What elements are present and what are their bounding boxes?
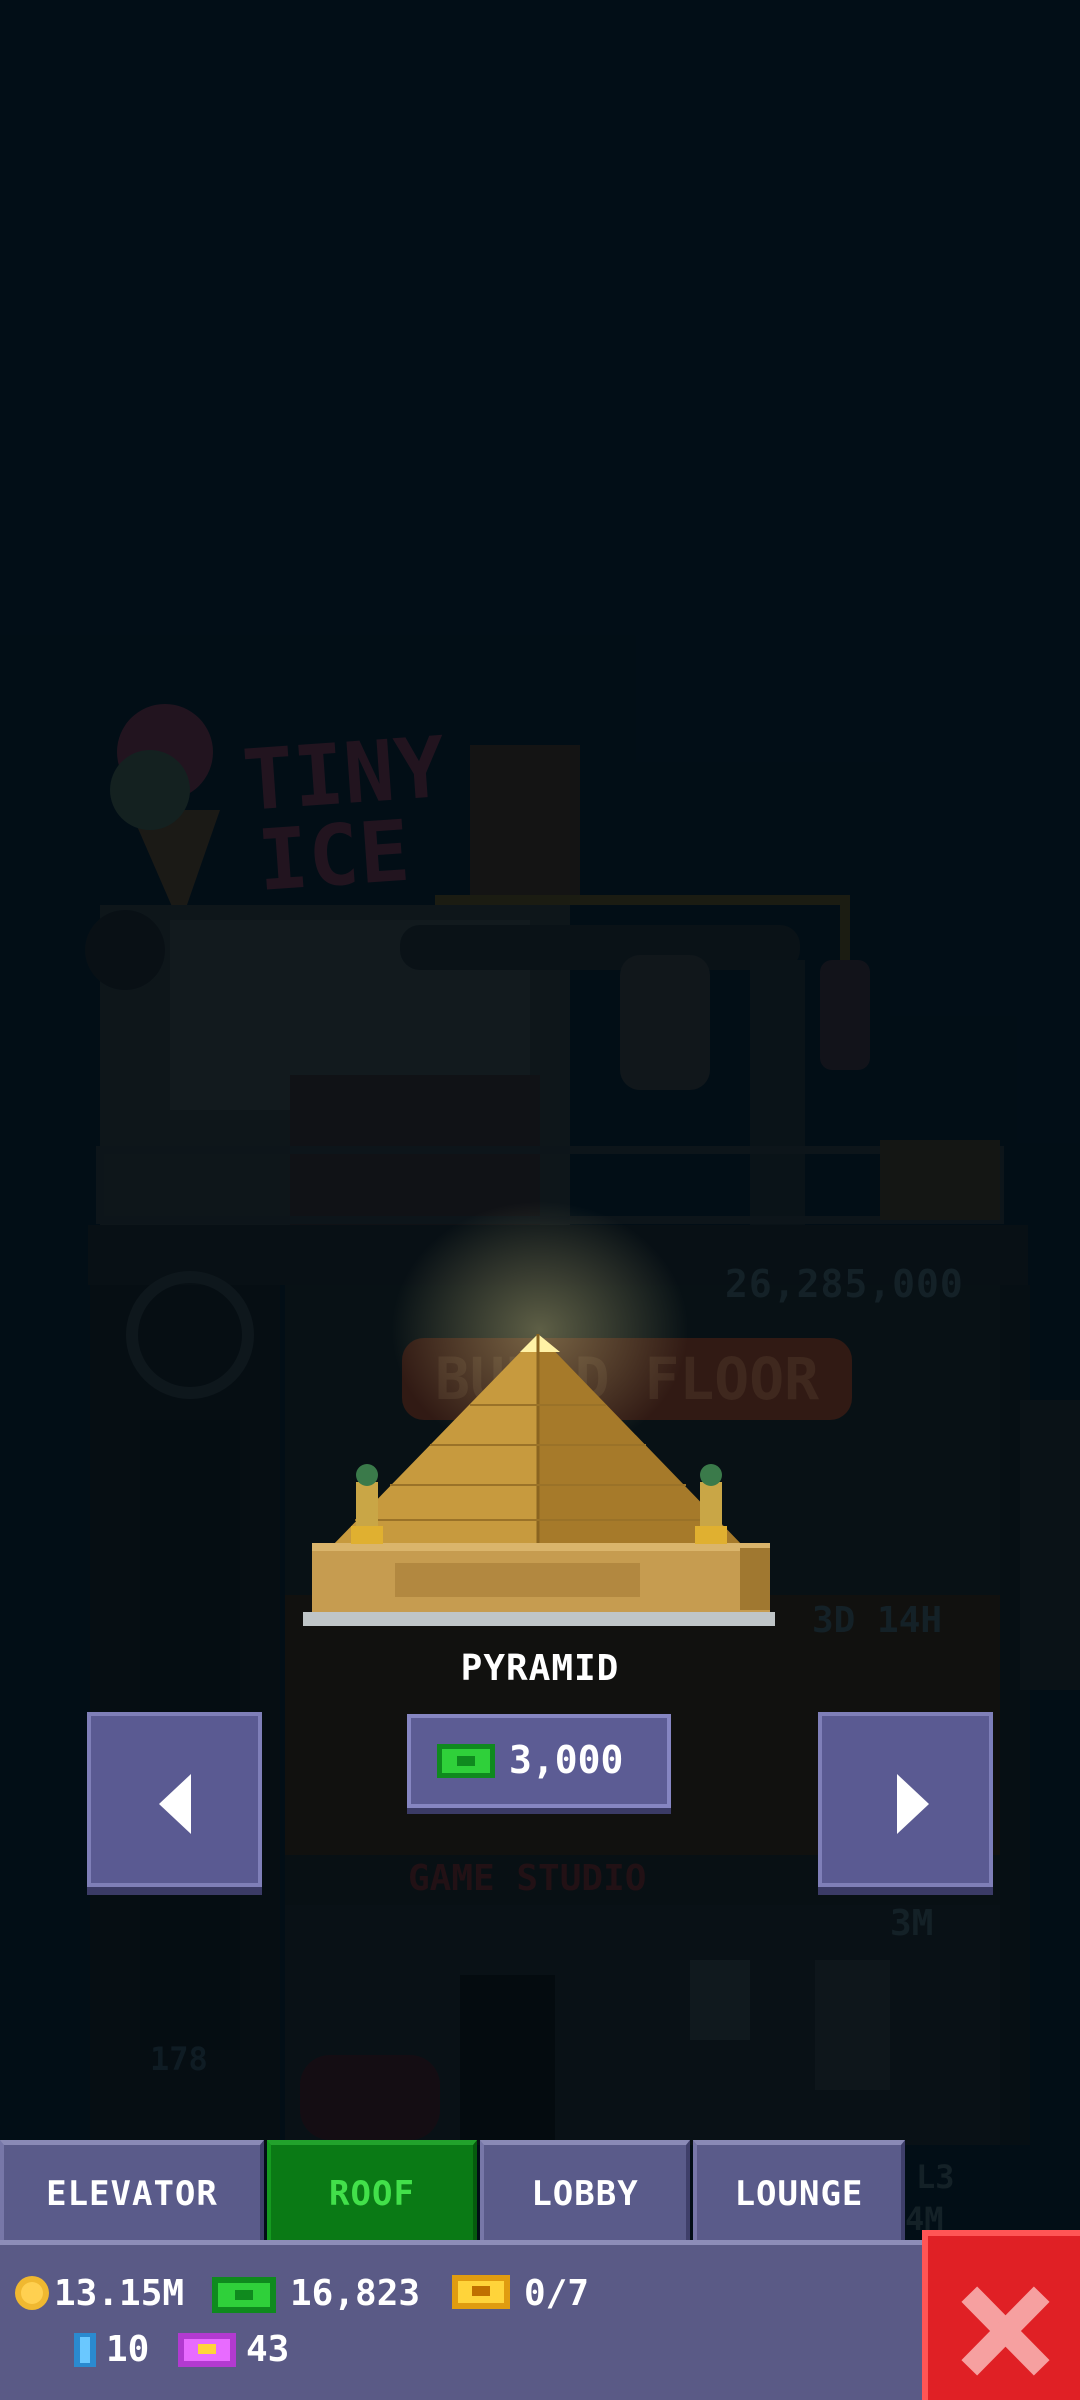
item-name: PYRAMID bbox=[460, 1648, 620, 1689]
gem-icon bbox=[74, 2333, 96, 2367]
tab-lounge[interactable]: LOUNGE bbox=[693, 2140, 905, 2242]
previous-item-button[interactable] bbox=[87, 1712, 262, 1887]
buy-item-button[interactable]: 3,000 bbox=[407, 1714, 671, 1808]
pyramid-plinth bbox=[303, 1612, 775, 1626]
vip-value: 43 bbox=[246, 2329, 290, 2370]
vip-ticket-icon bbox=[178, 2333, 236, 2367]
tickets-value: 0/7 bbox=[524, 2273, 590, 2314]
left-arrow-icon bbox=[159, 1774, 191, 1834]
gems-value: 10 bbox=[106, 2329, 150, 2370]
close-button[interactable] bbox=[922, 2230, 1080, 2400]
currency-bar: 13.15M 16,823 0/7 10 43 bbox=[0, 2240, 930, 2400]
bux-value: 16,823 bbox=[290, 2273, 421, 2314]
pyramid-preview-image bbox=[312, 1334, 770, 1613]
tab-elevator[interactable]: ELEVATOR bbox=[0, 2140, 264, 2242]
coin-icon bbox=[15, 2276, 49, 2310]
next-item-button[interactable] bbox=[818, 1712, 993, 1887]
coins-value: 13.15M bbox=[54, 2273, 185, 2314]
close-x-icon bbox=[961, 2286, 1050, 2376]
right-arrow-icon bbox=[897, 1774, 929, 1834]
tab-roof[interactable]: ROOF bbox=[267, 2140, 477, 2242]
tab-lobby[interactable]: LOBBY bbox=[480, 2140, 690, 2242]
game-scene: TINY ICE 26,285,000 BUILD FLOOR 3D 14H bbox=[0, 0, 1080, 2400]
bux-icon bbox=[437, 1744, 495, 1778]
buy-price: 3,000 bbox=[509, 1738, 624, 1782]
ticket-icon bbox=[452, 2275, 510, 2309]
bux-icon bbox=[212, 2277, 276, 2313]
